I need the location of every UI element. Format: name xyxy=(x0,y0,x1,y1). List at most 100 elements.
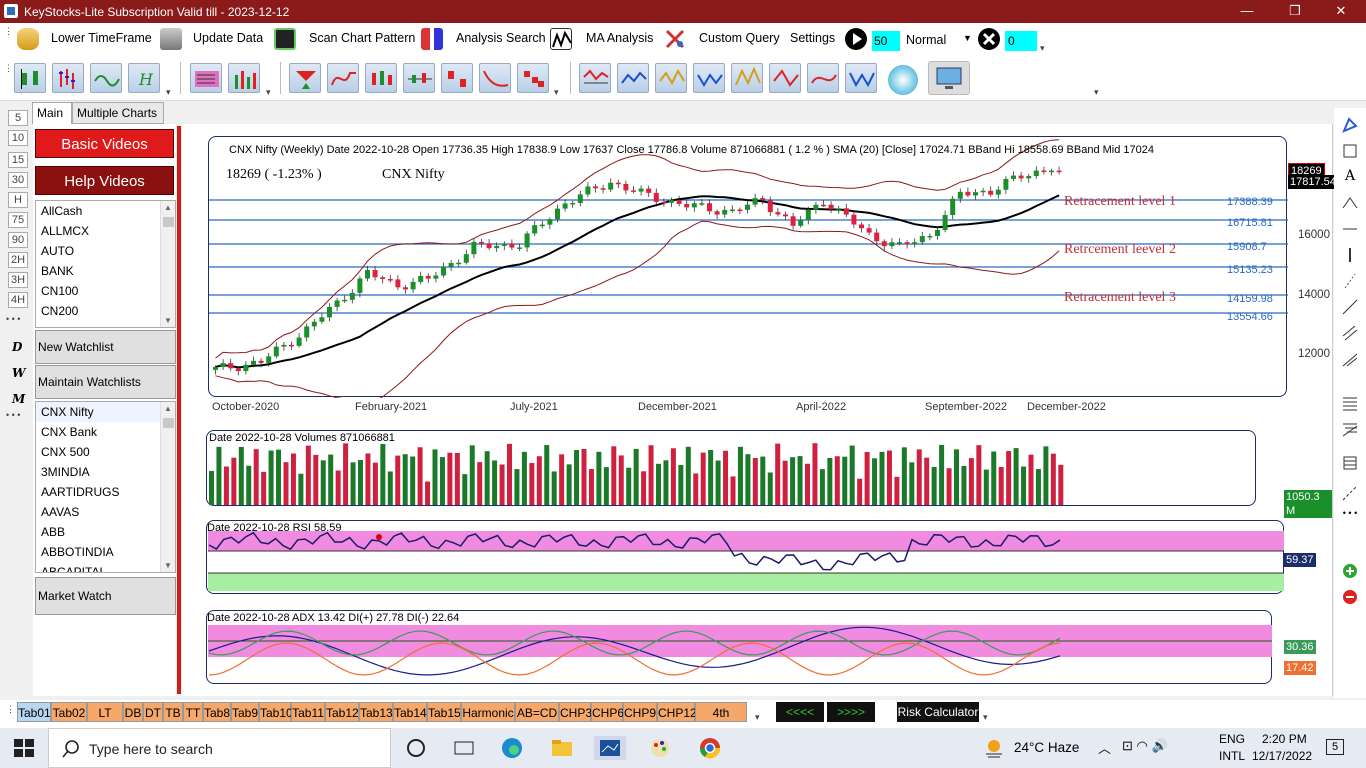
bottom-tab[interactable]: CHP6 xyxy=(591,702,624,722)
list-item[interactable]: BANK xyxy=(36,261,175,281)
ma-analysis-icon[interactable] xyxy=(550,28,572,50)
timeframe-15[interactable]: 15 xyxy=(8,152,28,168)
previous-button[interactable]: <<<< xyxy=(776,702,824,722)
period-monthly[interactable]: M xyxy=(12,392,25,406)
more-icon[interactable]: ▾ xyxy=(1094,87,1099,98)
adx-panel[interactable]: Date 2022-10-28 ADX 13.42 DI(+) 27.78 DI… xyxy=(206,610,1272,684)
bottom-tab[interactable]: Tab11 xyxy=(291,702,325,722)
update-data-menu[interactable]: Update Data xyxy=(193,23,263,57)
zoom-out-icon[interactable] xyxy=(1341,588,1359,606)
zoom-in-icon[interactable] xyxy=(1341,562,1359,580)
lower-timeframe-menu[interactable]: Lower TimeFrame xyxy=(51,23,152,57)
minimize-button[interactable]: — xyxy=(1224,0,1270,23)
task-view-icon[interactable] xyxy=(452,736,476,760)
system-tray-icons[interactable]: ⊡ ◠ 🔊 xyxy=(1122,738,1168,754)
bottom-tab[interactable]: Tab13 xyxy=(359,702,393,722)
scan-chart-icon[interactable] xyxy=(274,28,296,50)
trend-down-icon[interactable] xyxy=(479,63,511,93)
bottom-tab[interactable]: Tab12 xyxy=(325,702,359,722)
list-item[interactable]: 3MINDIA xyxy=(36,462,175,482)
more-icon[interactable]: ▾ xyxy=(266,87,271,98)
bottom-tab[interactable]: AB=CD xyxy=(515,702,559,722)
indicator-2-icon[interactable] xyxy=(617,63,649,93)
market-watch-button[interactable]: Market Watch xyxy=(35,577,176,615)
bottom-tab[interactable]: TB xyxy=(163,702,183,722)
buy-sell-signal-icon[interactable] xyxy=(289,63,321,93)
keystocks-taskbar-icon[interactable] xyxy=(594,736,626,760)
heikin-ashi-icon[interactable]: H xyxy=(128,63,160,93)
fibonacci-icon[interactable] xyxy=(1341,394,1359,412)
text-icon[interactable]: A xyxy=(1341,168,1359,186)
risk-calculator-button[interactable]: Risk Calculator xyxy=(897,702,979,722)
horizontal-line-icon[interactable] xyxy=(1341,220,1359,238)
indicator-4-icon[interactable] xyxy=(693,63,725,93)
bottom-tab[interactable]: Tab15 xyxy=(427,702,461,722)
input-language[interactable]: ENG xyxy=(1219,732,1245,746)
indicator-7-icon[interactable] xyxy=(807,63,839,93)
bottom-tab[interactable]: Tab02 xyxy=(51,702,87,722)
list-item[interactable]: CN200 xyxy=(36,301,175,321)
list-item[interactable]: AAVAS xyxy=(36,502,175,522)
list-item[interactable]: ABBOTINDIA xyxy=(36,542,175,562)
line-chart-icon[interactable] xyxy=(90,63,122,93)
bottom-tab[interactable]: Tab10 xyxy=(259,702,293,722)
timeframe-h[interactable]: H xyxy=(8,192,28,208)
volume-profile-icon[interactable] xyxy=(190,63,222,93)
triangle-icon[interactable] xyxy=(1341,194,1359,212)
price-panel[interactable]: CNX Nifty (Weekly) Date 2022-10-28 Open … xyxy=(208,136,1288,398)
monitor-icon[interactable] xyxy=(928,61,970,95)
help-videos-button[interactable]: Help Videos xyxy=(35,166,174,195)
candlestick-chart-icon[interactable] xyxy=(14,63,46,93)
timeframe-2h[interactable]: 2H xyxy=(8,252,28,268)
cortana-icon[interactable] xyxy=(404,736,428,760)
list-item[interactable]: CNX Bank xyxy=(36,422,175,442)
period-weekly[interactable]: W xyxy=(12,366,25,380)
cluster-icon[interactable] xyxy=(517,63,549,93)
more-icon[interactable]: ▾ xyxy=(166,87,171,98)
more-icon[interactable]: ▾ xyxy=(554,87,559,98)
timeframe-3h[interactable]: 3H xyxy=(8,272,28,288)
gap-icon[interactable] xyxy=(441,63,473,93)
bottom-tab[interactable]: LT H/L xyxy=(87,702,123,740)
list-item[interactable]: AllCash xyxy=(36,201,175,221)
ma-analysis-menu[interactable]: MA Analysis xyxy=(586,23,653,57)
bottom-tab[interactable]: CHP3 xyxy=(559,702,592,722)
vertical-line-icon[interactable] xyxy=(1341,246,1359,264)
cursor-icon[interactable] xyxy=(1341,116,1359,134)
new-watchlist-button[interactable]: New Watchlist xyxy=(35,330,176,364)
cancel-icon[interactable] xyxy=(978,28,1000,50)
indicator-8-icon[interactable] xyxy=(845,63,877,93)
paint-icon[interactable] xyxy=(648,736,672,760)
weather-icon[interactable] xyxy=(982,736,1006,760)
bottom-tab[interactable]: DT xyxy=(143,702,163,722)
volume-panel[interactable]: Date 2022-10-28 Volumes 871066881 xyxy=(206,430,1256,506)
update-data-icon[interactable] xyxy=(160,28,182,50)
maximize-button[interactable]: ❐ xyxy=(1272,0,1318,23)
next-button[interactable]: >>>> xyxy=(827,702,875,722)
more-icon[interactable]: ▾ xyxy=(983,712,988,723)
timeframe-10[interactable]: 10 xyxy=(8,130,28,146)
bottom-tab[interactable]: TT xyxy=(183,702,203,722)
maintain-watchlists-button[interactable]: Maintain Watchlists xyxy=(35,365,176,399)
period-daily[interactable]: D xyxy=(12,340,22,354)
indicator-6-icon[interactable] xyxy=(769,63,801,93)
gann-icon[interactable] xyxy=(1341,454,1359,472)
timeframe-75[interactable]: 75 xyxy=(8,212,28,228)
file-explorer-icon[interactable] xyxy=(550,736,574,760)
show-hidden-icons[interactable]: ︿ xyxy=(1098,738,1111,757)
bottom-tab[interactable]: 4th Wave xyxy=(695,702,747,740)
sector-scrollbar[interactable]: ▲ ▼ xyxy=(160,201,175,327)
bottom-tab[interactable]: DB xyxy=(123,702,143,722)
tab-multiple-charts[interactable]: Multiple Charts xyxy=(72,102,164,124)
basic-videos-button[interactable]: Basic Videos xyxy=(35,129,174,158)
timeframe-30[interactable]: 30 xyxy=(8,172,28,188)
ohlc-chart-icon[interactable] xyxy=(52,63,84,93)
mode-select[interactable]: Normal xyxy=(906,33,946,47)
fib-fan-icon[interactable] xyxy=(1341,420,1359,438)
list-item[interactable]: ALLMCX xyxy=(36,221,175,241)
taskbar-search[interactable]: Type here to search xyxy=(48,728,391,768)
bottom-tab[interactable]: Tab14 xyxy=(393,702,427,722)
network-icon[interactable] xyxy=(888,65,918,95)
indicator-5-icon[interactable] xyxy=(731,63,763,93)
breakout-icon[interactable] xyxy=(403,63,435,93)
